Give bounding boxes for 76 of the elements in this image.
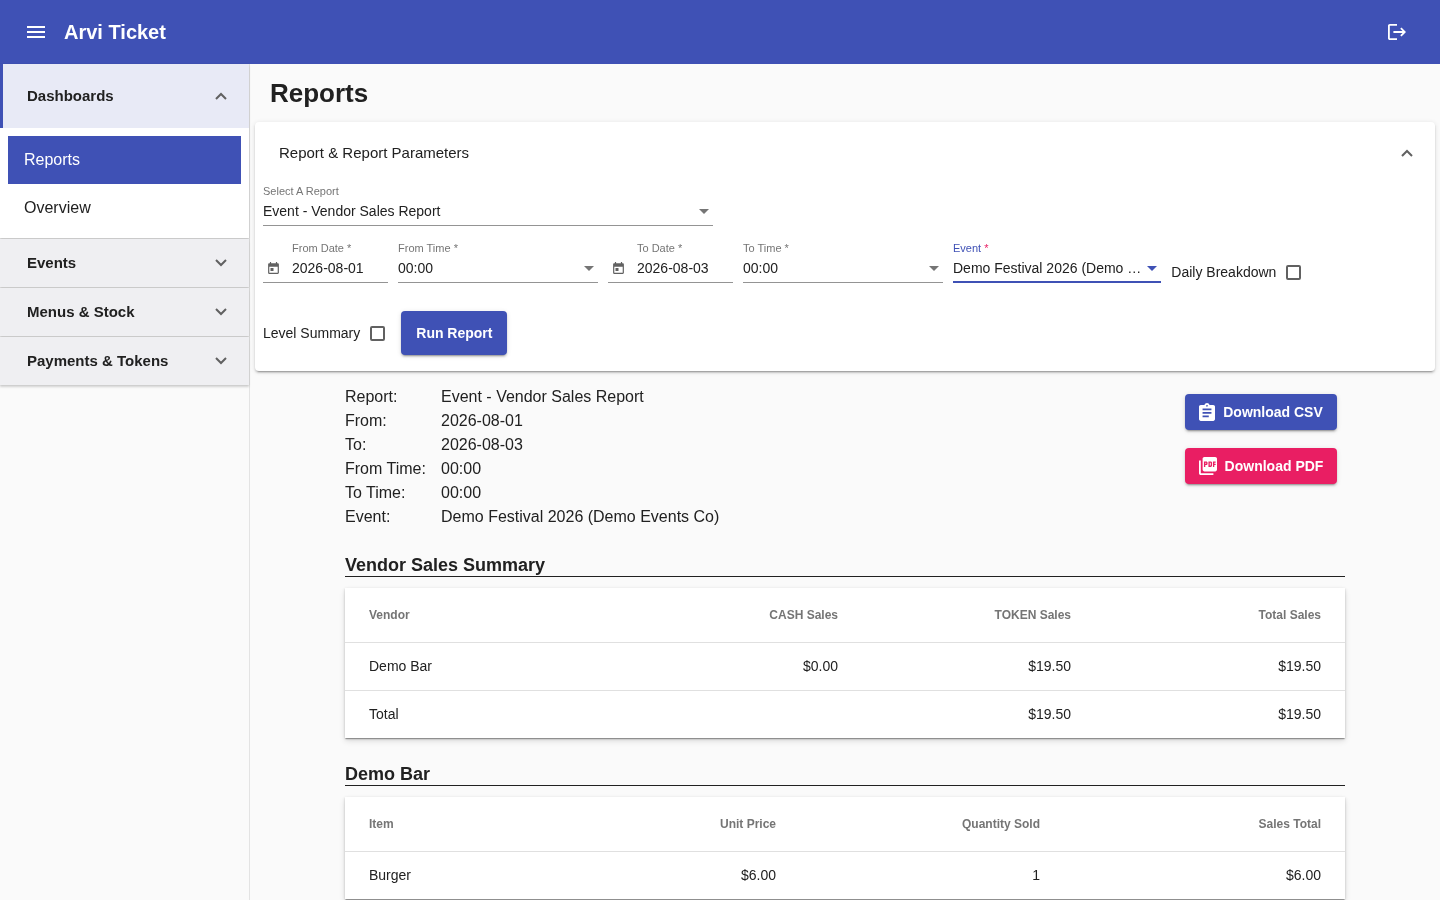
column-header: Total Sales (1258, 607, 1321, 622)
pdf-file-icon (1198, 457, 1217, 475)
info-label: To Time: (345, 483, 407, 503)
info-value: 00:00 (441, 459, 482, 479)
dropdown-arrow-icon[interactable] (584, 265, 594, 271)
chevron-down-icon (215, 308, 227, 316)
page-title: Reports (269, 77, 370, 108)
run-report-button[interactable]: Run Report (401, 311, 508, 355)
info-label: Report: (345, 387, 399, 407)
section-heading: Demo Bar (345, 763, 1345, 786)
field-label: To Date * (637, 241, 683, 255)
chevron-up-icon (1401, 149, 1413, 157)
checkbox-label: Level Summary (263, 323, 361, 343)
sidebar-group-header[interactable]: Dashboards (0, 64, 249, 128)
sidebar-group-header[interactable]: Events (0, 239, 249, 287)
table-text: $19.50 (1278, 657, 1321, 674)
info-value: 2026-08-03 (441, 435, 523, 455)
info-label: From: (345, 411, 388, 431)
info-label: Event: (345, 507, 392, 527)
app-title: Arvi Ticket (64, 20, 166, 44)
sidebar-item[interactable]: Overview (8, 184, 241, 232)
table-text: 1 (1032, 866, 1040, 883)
dropdown-arrow-icon[interactable] (1147, 265, 1158, 271)
clipboard-icon (1199, 403, 1216, 421)
table-text: $6.00 (740, 866, 776, 883)
table-text: Burger (369, 866, 412, 883)
table-text: $6.00 (1285, 866, 1321, 883)
select-field[interactable]: Demo Festival 2026 (Demo … (953, 255, 1162, 283)
field-label: Event * (953, 241, 989, 255)
field-label: From Date * (292, 241, 352, 255)
table-text: Demo Bar (369, 657, 433, 674)
checkbox[interactable] (370, 325, 386, 341)
column-header: Quantity Sold (962, 816, 1040, 831)
calendar-icon[interactable] (613, 262, 624, 274)
field-label: From Time * (398, 241, 458, 255)
info-label: To: (345, 435, 368, 455)
column-header: Vendor (369, 607, 410, 622)
info-value: 2026-08-01 (441, 411, 523, 431)
checkbox[interactable] (1286, 264, 1302, 280)
sidebar-item[interactable]: Reports (8, 136, 241, 184)
download-button[interactable]: Download CSV (1185, 394, 1337, 430)
chevron-down-icon (215, 259, 227, 267)
panel-header[interactable]: Report & Report Parameters (255, 122, 1435, 184)
table-text: $19.50 (1278, 705, 1321, 722)
table-text: $19.50 (1028, 657, 1071, 674)
column-header: TOKEN Sales (994, 607, 1071, 622)
date-field[interactable]: 2026-08-01 (263, 255, 388, 283)
checkbox-label: Daily Breakdown (1171, 262, 1277, 282)
download-button[interactable]: Download PDF (1185, 448, 1337, 484)
column-header: Item (369, 816, 394, 831)
chevron-up-icon (215, 92, 227, 100)
calendar-icon[interactable] (268, 262, 279, 274)
logout-icon[interactable] (1388, 23, 1406, 41)
info-value: 00:00 (441, 483, 482, 503)
column-header: Sales Total (1258, 816, 1321, 831)
table-text: $19.50 (1028, 705, 1071, 722)
date-field[interactable]: 2026-08-03 (608, 255, 733, 283)
select-field[interactable]: Event - Vendor Sales Report (263, 198, 713, 226)
sidebar-group-header[interactable]: Payments & Tokens (0, 337, 249, 385)
sidebar-group-header[interactable]: Menus & Stock (0, 288, 249, 336)
table-text: $0.00 (802, 657, 838, 674)
chevron-down-icon (215, 357, 227, 365)
table-text: Total (369, 705, 399, 722)
info-value: Event - Vendor Sales Report (441, 387, 644, 407)
field-label: Select A Report (263, 184, 339, 198)
column-header: CASH Sales (769, 607, 838, 622)
info-value: Demo Festival 2026 (Demo Events Co) (441, 507, 720, 527)
info-label: From Time: (345, 459, 427, 479)
field-label: To Time * (743, 241, 789, 255)
section-heading: Vendor Sales Summary (345, 554, 1345, 577)
time-field[interactable]: 00:00 (743, 255, 943, 283)
dropdown-arrow-icon[interactable] (699, 208, 709, 214)
dropdown-arrow-icon[interactable] (929, 265, 939, 271)
time-field[interactable]: 00:00 (398, 255, 598, 283)
menu-icon[interactable] (27, 26, 45, 38)
column-header: Unit Price (720, 816, 776, 831)
